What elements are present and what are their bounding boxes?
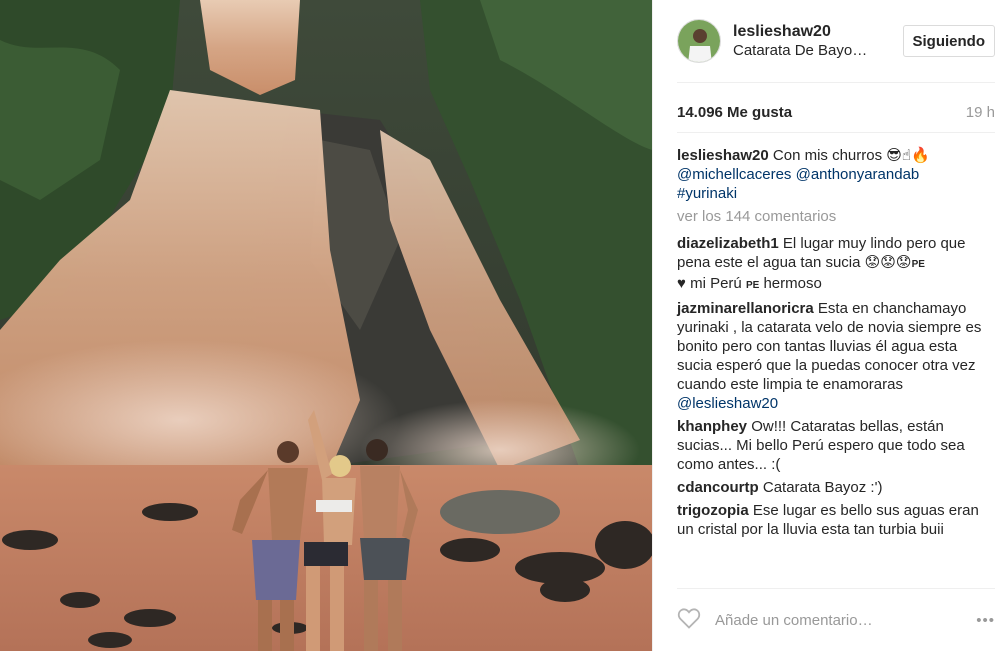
comment-item: trigozopia Ese lugar es bello sus aguas … (677, 501, 985, 539)
comment-username[interactable]: trigozopia (677, 502, 749, 519)
caption-mention[interactable]: @anthonyarandab (796, 166, 920, 183)
heart-outline-icon (677, 607, 701, 629)
post-sidebar: leslieshaw20 Catarata De Bayo… Siguiendo… (652, 0, 1007, 651)
post-username[interactable]: leslieshaw20 (733, 22, 903, 41)
comments-section: leslieshaw20 Con mis churros 😎☝🔥 @michel… (677, 146, 985, 543)
comment-text: hermoso (763, 275, 822, 292)
comment-username[interactable]: jazminarellanoricra (677, 300, 814, 317)
comment-username[interactable]: khanphey (677, 418, 747, 435)
post-header: leslieshaw20 Catarata De Bayo… Siguiendo (677, 17, 995, 65)
heart-emoji-icon: ♥ (677, 275, 686, 292)
caption-mention[interactable]: @michellcaceres (677, 166, 791, 183)
comment-username[interactable]: diazelizabeth1 (677, 235, 779, 252)
more-dots-icon[interactable]: ••• (976, 612, 995, 629)
waterfall-photo (0, 0, 652, 651)
stats-divider (677, 132, 995, 133)
add-comment-input[interactable] (715, 611, 977, 629)
comment-item: jazminarellanoricra Esta en chanchamayo … (677, 299, 985, 413)
post-location[interactable]: Catarata De Bayo… (733, 41, 903, 60)
caption-username[interactable]: leslieshaw20 (677, 147, 769, 164)
post-time[interactable]: 19 h (966, 104, 995, 121)
comment-text: mi Perú (690, 275, 742, 292)
caption: leslieshaw20 Con mis churros 😎☝🔥 @michel… (677, 146, 985, 203)
post-stats: 14.096 Me gusta 19 h (677, 104, 995, 121)
comment-mention[interactable]: @leslieshaw20 (677, 395, 778, 412)
comment-item: diazelizabeth1 El lugar muy lindo pero q… (677, 234, 985, 295)
instagram-post: leslieshaw20 Catarata De Bayo… Siguiendo… (0, 0, 1007, 651)
avatar-image-icon (678, 20, 720, 62)
comment-username[interactable]: cdancourtp (677, 479, 759, 496)
likes-count[interactable]: 14.096 Me gusta (677, 104, 792, 121)
caption-hashtag[interactable]: #yurinaki (677, 185, 737, 202)
following-button[interactable]: Siguiendo (902, 25, 995, 57)
view-all-comments-link[interactable]: ver los 144 comentarios (677, 207, 985, 226)
post-photo[interactable] (0, 0, 652, 651)
header-divider (677, 82, 995, 83)
peru-flag-icon: PE (745, 280, 760, 291)
peru-flag-icon: PE (911, 259, 925, 270)
like-button[interactable] (677, 607, 701, 634)
comment-item: khanphey Ow!!! Cataratas bellas, están s… (677, 417, 985, 474)
caption-emoji: 😎☝🔥 (886, 147, 930, 164)
add-comment-row: ••• (677, 604, 995, 636)
comment-item: cdancourtp Catarata Bayoz :') (677, 478, 985, 497)
caption-text: Con mis churros (772, 147, 883, 164)
avatar[interactable] (677, 19, 721, 63)
comment-text: Catarata Bayoz :') (762, 479, 883, 496)
comment-divider (677, 588, 995, 589)
